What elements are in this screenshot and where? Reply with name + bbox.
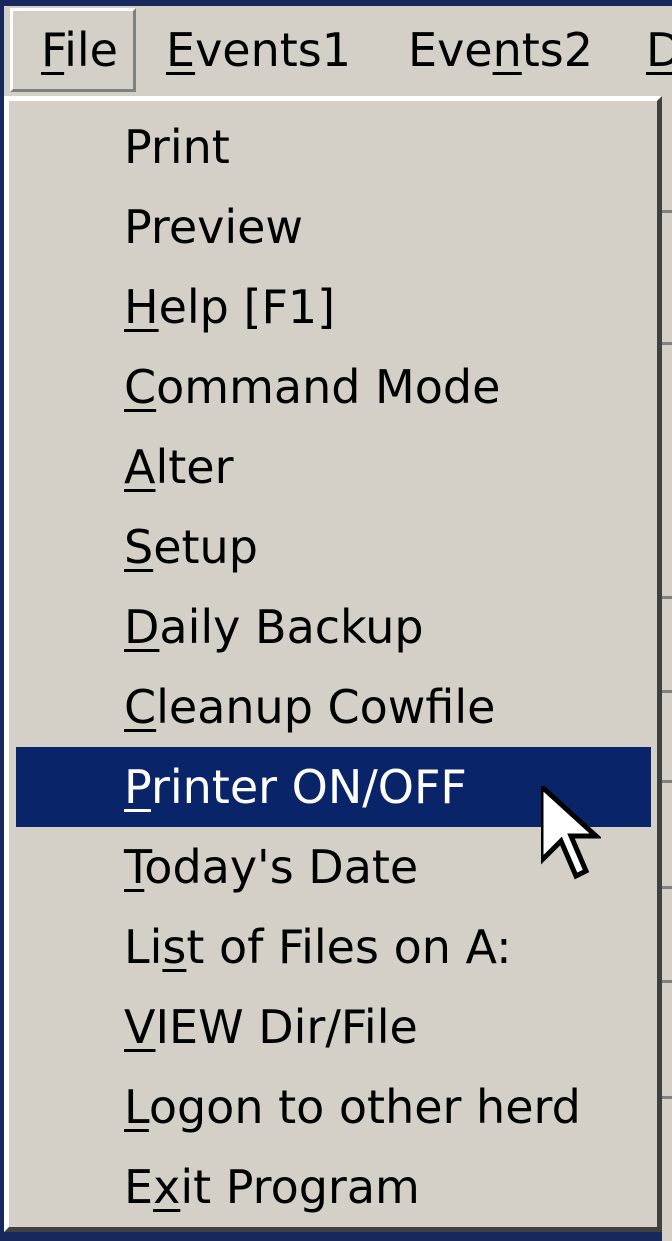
menu-item-accel-key: S [124, 520, 154, 574]
background-divider [662, 886, 672, 889]
menu-item-alter[interactable]: Alter [16, 427, 651, 507]
background-divider [662, 690, 672, 693]
menu-events2[interactable]: Events2 [408, 8, 593, 92]
menu-events1-key: E [166, 23, 196, 77]
menu-item-accel-key: L [124, 1080, 149, 1134]
menu-file-post: ile [64, 23, 118, 77]
menu-item-accel-key: P [124, 760, 151, 814]
menu-item-text: IEW Dir/File [155, 1000, 418, 1054]
menu-item-text: ommand Mode [156, 360, 501, 414]
menu-item-text: it Program [180, 1160, 420, 1214]
menu-d-partial[interactable]: D [646, 8, 672, 92]
menu-item-accel-key: s [162, 920, 187, 974]
arrow-pointer-icon [541, 786, 601, 880]
menu-item-text: Print [124, 120, 230, 174]
menu-file-key: F [41, 23, 65, 77]
menu-item-text: rinter ON/OFF [150, 760, 467, 814]
menu-item-text: ogon to other herd [148, 1080, 581, 1134]
menu-item-accel-key: C [124, 360, 157, 414]
background-window-edge [662, 96, 672, 1241]
background-divider [662, 980, 672, 983]
menu-item-text: elp [F1] [158, 280, 336, 334]
menu-item-text: Li [124, 920, 163, 974]
menu-events2-key: n [492, 23, 522, 77]
menu-events2-post: ts2 [521, 23, 594, 77]
file-dropdown-menu: Print Preview Help [F1] Command Mode Alt… [4, 96, 662, 1232]
menu-item-accel-key: T [124, 840, 145, 894]
menu-item-accel-key: C [124, 680, 157, 734]
menu-item-text: etup [153, 520, 258, 574]
menu-item-text: leanup Cowfile [156, 680, 496, 734]
background-divider [662, 342, 672, 345]
menu-item-text: Preview [124, 200, 304, 254]
menu-item-accel-key: V [124, 1000, 156, 1054]
menu-d-key: D [646, 23, 672, 77]
menu-events1[interactable]: Events1 [166, 8, 351, 92]
background-divider [662, 1096, 672, 1099]
menu-item-exit-program[interactable]: Exit Program [16, 1147, 651, 1227]
background-divider [662, 210, 672, 213]
menu-item-accel-key: H [124, 280, 159, 334]
menu-item-text: t of Files on A: [186, 920, 512, 974]
menu-item-text: oday's Date [144, 840, 419, 894]
menu-file[interactable]: File [10, 8, 136, 92]
menu-item-logon-other-herd[interactable]: Logon to other herd [16, 1067, 651, 1147]
background-divider [662, 596, 672, 599]
title-bar-strip [4, 0, 672, 6]
menu-item-view-dir-file[interactable]: VIEW Dir/File [16, 987, 651, 1067]
menu-item-setup[interactable]: Setup [16, 507, 651, 587]
file-menu-list: Print Preview Help [F1] Command Mode Alt… [9, 107, 657, 1227]
menu-item-preview[interactable]: Preview [16, 187, 651, 267]
menu-item-print[interactable]: Print [16, 107, 651, 187]
menu-item-text: E [124, 1160, 154, 1214]
menu-bar: File Events1 Events2 D [0, 0, 672, 96]
menu-item-cleanup-cowfile[interactable]: Cleanup Cowfile [16, 667, 651, 747]
menu-events2-pre: Eve [408, 23, 493, 77]
menu-item-accel-key: A [124, 440, 156, 494]
menu-item-command-mode[interactable]: Command Mode [16, 347, 651, 427]
menu-item-list-of-files[interactable]: List of Files on A: [16, 907, 651, 987]
menu-item-accel-key: D [124, 600, 160, 654]
menu-item-help[interactable]: Help [F1] [16, 267, 651, 347]
menu-item-daily-backup[interactable]: Daily Backup [16, 587, 651, 667]
menu-item-accel-key: x [153, 1160, 181, 1214]
menu-events1-post: vents1 [195, 23, 352, 77]
menu-item-text: lter [155, 440, 234, 494]
background-divider [662, 780, 672, 783]
menu-item-text: aily Backup [159, 600, 424, 654]
